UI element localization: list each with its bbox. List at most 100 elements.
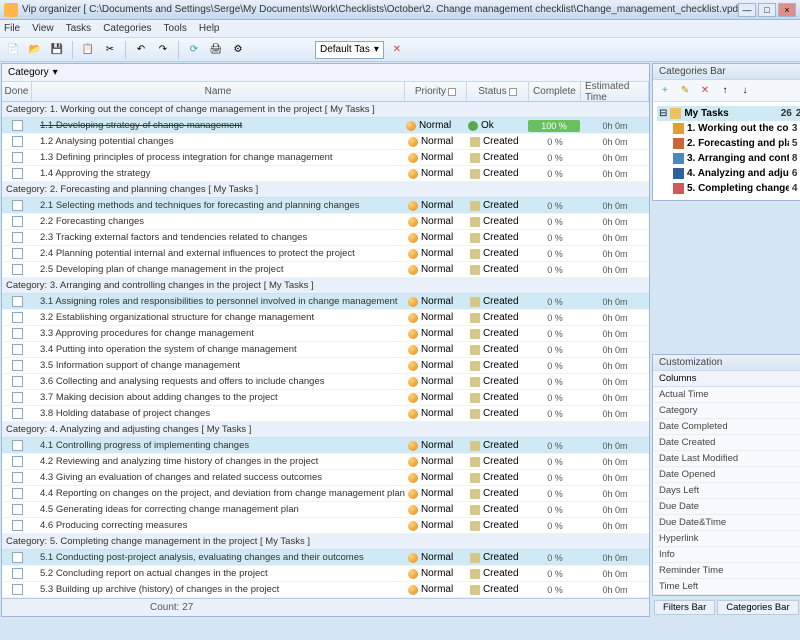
task-row[interactable]: 3.6 Collecting and analysing requests an… xyxy=(2,374,649,390)
checkbox[interactable] xyxy=(12,392,23,403)
refresh-button[interactable]: ⟳ xyxy=(185,41,203,59)
filter-icon[interactable] xyxy=(509,88,517,96)
task-row[interactable]: 2.5 Developing plan of change management… xyxy=(2,262,649,278)
customization-item[interactable]: Reminder Time xyxy=(653,563,800,579)
filter-clear-button[interactable]: ✕ xyxy=(388,41,406,59)
checkbox[interactable] xyxy=(12,520,23,531)
checkbox[interactable] xyxy=(12,568,23,579)
task-row[interactable]: 1.4 Approving the strategyNormalCreated0… xyxy=(2,166,649,182)
task-row[interactable]: 1.2 Analysing potential changesNormalCre… xyxy=(2,134,649,150)
grid-body[interactable]: Category: 1. Working out the concept of … xyxy=(2,102,649,598)
open-button[interactable]: 📂 xyxy=(26,41,44,59)
tree-edit-button[interactable]: ✎ xyxy=(677,83,693,99)
task-row[interactable]: 3.3 Approving procedures for change mana… xyxy=(2,326,649,342)
menu-tasks[interactable]: Tasks xyxy=(66,23,92,34)
checkbox[interactable] xyxy=(12,136,23,147)
tree-up-button[interactable]: ↑ xyxy=(717,83,733,99)
checkbox[interactable] xyxy=(12,328,23,339)
menu-file[interactable]: File xyxy=(4,23,20,34)
task-row[interactable]: 3.7 Making decision about adding changes… xyxy=(2,390,649,406)
checkbox[interactable] xyxy=(12,504,23,515)
menu-tools[interactable]: Tools xyxy=(164,23,187,34)
panel-tab[interactable]: Categories Bar xyxy=(717,600,798,615)
col-status[interactable]: Status xyxy=(467,82,529,101)
task-row[interactable]: 1.1 Developing strategy of change manage… xyxy=(2,118,649,134)
task-row[interactable]: 1.3 Defining principles of process integ… xyxy=(2,150,649,166)
minimize-button[interactable]: — xyxy=(738,3,756,17)
menu-categories[interactable]: Categories xyxy=(103,23,151,34)
settings-button[interactable]: ⚙ xyxy=(229,41,247,59)
task-row[interactable]: 4.6 Producing correcting measuresNormalC… xyxy=(2,518,649,534)
col-name[interactable]: Name xyxy=(32,82,405,101)
checkbox[interactable] xyxy=(12,552,23,563)
close-button[interactable]: × xyxy=(778,3,796,17)
task-row[interactable]: 5.1 Conducting post-project analysis, ev… xyxy=(2,550,649,566)
task-row[interactable]: 4.4 Reporting on changes on the project,… xyxy=(2,486,649,502)
new-button[interactable]: 📄 xyxy=(4,41,22,59)
task-row[interactable]: 2.4 Planning potential internal and exte… xyxy=(2,246,649,262)
maximize-button[interactable]: □ xyxy=(758,3,776,17)
checkbox[interactable] xyxy=(12,456,23,467)
cut-button[interactable]: ✂ xyxy=(101,41,119,59)
task-row[interactable]: 3.5 Information support of change manage… xyxy=(2,358,649,374)
checkbox[interactable] xyxy=(12,248,23,259)
col-done[interactable]: Done xyxy=(2,82,32,101)
checkbox[interactable] xyxy=(12,488,23,499)
task-row[interactable]: 4.1 Controlling progress of implementing… xyxy=(2,438,649,454)
checkbox[interactable] xyxy=(12,584,23,595)
redo-button[interactable]: ↷ xyxy=(154,41,172,59)
save-button[interactable]: 💾 xyxy=(48,41,66,59)
tree-root[interactable]: ⊟ My Tasks 2627 xyxy=(657,106,800,121)
print-button[interactable]: 🖨 xyxy=(207,41,225,59)
task-row[interactable]: 3.8 Holding database of project changesN… xyxy=(2,406,649,422)
checkbox[interactable] xyxy=(12,216,23,227)
customization-item[interactable]: Time Left xyxy=(653,579,800,595)
menu-help[interactable]: Help xyxy=(199,23,220,34)
col-complete[interactable]: Complete xyxy=(529,82,581,101)
customization-item[interactable]: Category xyxy=(653,403,800,419)
checkbox[interactable] xyxy=(12,440,23,451)
task-row[interactable]: 3.4 Putting into operation the system of… xyxy=(2,342,649,358)
copy-button[interactable]: 📋 xyxy=(79,41,97,59)
checkbox[interactable] xyxy=(12,232,23,243)
checkbox[interactable] xyxy=(12,376,23,387)
checkbox[interactable] xyxy=(12,360,23,371)
tree-new-button[interactable]: + xyxy=(657,83,673,99)
col-time[interactable]: Estimated Time xyxy=(581,82,649,101)
task-row[interactable]: 4.3 Giving an evaluation of changes and … xyxy=(2,470,649,486)
customization-item[interactable]: Date Completed xyxy=(653,419,800,435)
task-row[interactable]: 4.5 Generating ideas for correcting chan… xyxy=(2,502,649,518)
category-row[interactable]: Category: 4. Analyzing and adjusting cha… xyxy=(2,422,649,438)
checkbox[interactable] xyxy=(12,408,23,419)
category-row[interactable]: Category: 5. Completing change managemen… xyxy=(2,534,649,550)
customization-item[interactable]: Date Last Modified xyxy=(653,451,800,467)
category-row[interactable]: Category: 1. Working out the concept of … xyxy=(2,102,649,118)
customization-item[interactable]: Date Opened xyxy=(653,467,800,483)
undo-button[interactable]: ↶ xyxy=(132,41,150,59)
task-row[interactable]: 4.2 Reviewing and analyzing time history… xyxy=(2,454,649,470)
filter-combo[interactable]: Default Tas▾ xyxy=(315,41,384,59)
task-row[interactable]: 3.2 Establishing organizational structur… xyxy=(2,310,649,326)
checkbox[interactable] xyxy=(12,152,23,163)
tree-item[interactable]: 5. Completing change managemen44 xyxy=(671,181,800,196)
category-row[interactable]: Category: 3. Arranging and controlling c… xyxy=(2,278,649,294)
checkbox[interactable] xyxy=(12,472,23,483)
customization-item[interactable]: Due Date&Time xyxy=(653,515,800,531)
task-row[interactable]: 2.3 Tracking external factors and tenden… xyxy=(2,230,649,246)
tree-item[interactable]: 2. Forecasting and planning chan55 xyxy=(671,136,800,151)
task-row[interactable]: 5.3 Building up archive (history) of cha… xyxy=(2,582,649,598)
menu-view[interactable]: View xyxy=(32,23,54,34)
checkbox[interactable] xyxy=(12,200,23,211)
task-row[interactable]: 5.2 Concluding report on actual changes … xyxy=(2,566,649,582)
tree-item[interactable]: 1. Working out the concept of ch34 xyxy=(671,121,800,136)
customization-item[interactable]: Date Created xyxy=(653,435,800,451)
category-row[interactable]: Category: 2. Forecasting and planning ch… xyxy=(2,182,649,198)
checkbox[interactable] xyxy=(12,168,23,179)
customization-item[interactable]: Hyperlink xyxy=(653,531,800,547)
checkbox[interactable] xyxy=(12,264,23,275)
task-row[interactable]: 2.1 Selecting methods and techniques for… xyxy=(2,198,649,214)
checkbox[interactable] xyxy=(12,344,23,355)
tree-down-button[interactable]: ↓ xyxy=(737,83,753,99)
task-row[interactable]: 2.2 Forecasting changesNormalCreated0 %0… xyxy=(2,214,649,230)
checkbox[interactable] xyxy=(12,120,23,131)
